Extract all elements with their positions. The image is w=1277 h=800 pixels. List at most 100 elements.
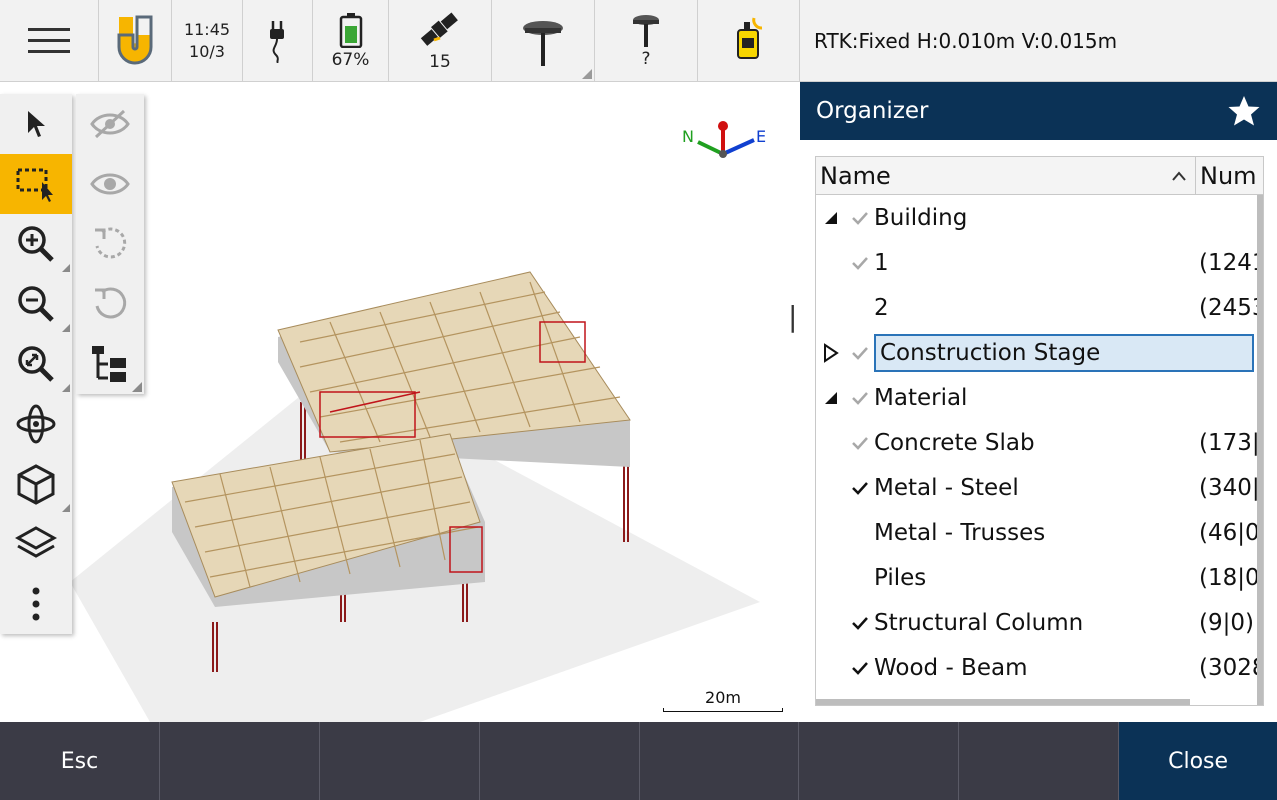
app-logo-icon xyxy=(117,15,153,64)
tree-row[interactable]: Concrete Slab (173| xyxy=(816,420,1263,465)
softkey-2[interactable] xyxy=(160,722,320,800)
visibility-check-icon[interactable] xyxy=(846,481,874,495)
softkey-4[interactable] xyxy=(480,722,640,800)
horizontal-scrollbar[interactable] xyxy=(816,699,1190,705)
more-button[interactable] xyxy=(0,574,72,634)
zoom-in-icon xyxy=(18,226,54,262)
gnss-pole-cell[interactable]: ? xyxy=(595,0,698,81)
esc-button[interactable]: Esc xyxy=(0,722,160,800)
gnss-receiver-cell[interactable] xyxy=(492,0,595,81)
selection-toolbar xyxy=(76,94,144,394)
select-box-icon xyxy=(16,168,53,202)
softkey-5[interactable] xyxy=(640,722,800,800)
vertical-scrollbar[interactable] xyxy=(1257,195,1263,705)
tree-row[interactable]: Material xyxy=(816,375,1263,420)
date-text: 10/3 xyxy=(189,41,225,61)
tree-row-num: (18|0 xyxy=(1199,564,1260,591)
total-station-icon xyxy=(736,17,762,59)
organizer-rows: Building 1 (1241 2 (2453 Construction Stage Ma… xyxy=(816,195,1263,690)
zoom-out-icon xyxy=(18,286,54,322)
show-icon xyxy=(90,173,130,195)
gnss-receiver-icon xyxy=(523,20,563,66)
visibility-check-icon[interactable] xyxy=(846,346,874,360)
undo-rotate-icon xyxy=(95,227,127,259)
softkey-7[interactable] xyxy=(959,722,1120,800)
expanded-triangle-icon[interactable] xyxy=(816,210,846,226)
tree-row-num: (46|0 xyxy=(1199,519,1260,546)
tree-row-name: 1 xyxy=(874,249,889,276)
battery-icon xyxy=(339,12,362,48)
column-name[interactable]: Name xyxy=(816,157,1196,194)
tree-row[interactable]: Structural Column (9|0) xyxy=(816,600,1263,645)
hide-icon xyxy=(90,109,130,139)
visibility-check-icon[interactable] xyxy=(846,616,874,630)
power-cell[interactable] xyxy=(243,0,313,81)
tree-row[interactable]: Building xyxy=(816,195,1263,240)
corner-indicator xyxy=(582,69,592,79)
zoom-extents-button[interactable] xyxy=(0,334,72,394)
select-icon xyxy=(28,111,45,137)
select-box-button[interactable] xyxy=(0,154,72,214)
compass-east-label: E xyxy=(756,127,766,146)
time-text: 11:45 xyxy=(183,19,231,39)
lower-wing xyxy=(171,433,485,607)
visibility-check-icon[interactable] xyxy=(846,391,874,405)
visibility-check-icon[interactable] xyxy=(846,211,874,225)
close-button[interactable]: Close xyxy=(1119,722,1277,800)
star-icon[interactable] xyxy=(1227,94,1261,128)
view-cube-button[interactable] xyxy=(0,454,72,514)
corner-indicator xyxy=(62,324,70,332)
softkey-6[interactable] xyxy=(799,722,960,800)
app-logo-button[interactable] xyxy=(99,0,172,81)
show-button[interactable] xyxy=(76,154,144,214)
status-bar: 11:45 10/3 67% 15 ? xyxy=(0,0,800,82)
select-button[interactable] xyxy=(0,94,72,154)
corner-indicator xyxy=(132,382,142,392)
total-station-cell[interactable] xyxy=(698,0,800,81)
organizer-title: Organizer xyxy=(816,98,929,124)
tree-row[interactable]: Construction Stage xyxy=(816,330,1263,375)
undo-rotate-button[interactable] xyxy=(76,214,144,274)
app-root: 11:45 10/3 67% 15 ? RTK:Fixed H:0.010m V… xyxy=(0,0,1277,800)
battery-cell[interactable]: 67% xyxy=(313,0,389,81)
sort-asc-icon xyxy=(1172,170,1186,181)
zoom-in-button[interactable] xyxy=(0,214,72,274)
receiver-label: ? xyxy=(641,48,651,69)
layers-button[interactable] xyxy=(0,514,72,574)
visibility-check-icon[interactable] xyxy=(846,436,874,450)
rtk-status[interactable]: RTK:Fixed H:0.010m V:0.015m xyxy=(800,0,1277,82)
table-header: Name Num xyxy=(816,157,1263,195)
tree-row-num: (3028 xyxy=(1199,654,1264,681)
column-name-label: Name xyxy=(820,161,891,190)
hide-button[interactable] xyxy=(76,94,144,154)
tree-row[interactable]: Piles (18|0 xyxy=(816,555,1263,600)
tree-row-num: (1241 xyxy=(1199,249,1264,276)
menu-button[interactable] xyxy=(0,0,99,81)
more-icon xyxy=(32,587,40,621)
tree-row-name: Structural Column xyxy=(874,609,1084,636)
map-view[interactable]: N E 20m xyxy=(0,82,800,722)
softkey-3[interactable] xyxy=(320,722,480,800)
column-num[interactable]: Num xyxy=(1196,157,1263,194)
tree-row[interactable]: Metal - Steel (340| xyxy=(816,465,1263,510)
tree-row[interactable]: Wood - Beam (3028 xyxy=(816,645,1263,690)
tree-row[interactable]: 1 (1241 xyxy=(816,240,1263,285)
tree-row-name: Building xyxy=(874,204,968,231)
orbit-button[interactable] xyxy=(0,394,72,454)
datetime-cell[interactable]: 11:45 10/3 xyxy=(172,0,243,81)
zoom-out-button[interactable] xyxy=(0,274,72,334)
corner-indicator xyxy=(62,384,70,392)
tree-row-name: Construction Stage xyxy=(874,333,1254,372)
expanded-triangle-icon[interactable] xyxy=(816,390,846,406)
satellites-cell[interactable]: 15 xyxy=(389,0,492,81)
organizer-tree-icon xyxy=(92,346,126,382)
view-cube-icon xyxy=(17,464,55,505)
organizer-table: Name Num Building 1 (1241 2 (2453 Constructio… xyxy=(815,156,1264,706)
tree-row[interactable]: Metal - Trusses (46|0 xyxy=(816,510,1263,555)
visibility-check-icon[interactable] xyxy=(846,661,874,675)
tree-row-num: (340| xyxy=(1199,474,1260,501)
visibility-check-icon[interactable] xyxy=(846,256,874,270)
collapsed-triangle-icon[interactable] xyxy=(816,342,846,363)
tree-row[interactable]: 2 (2453 xyxy=(816,285,1263,330)
reset-rotate-button[interactable] xyxy=(76,274,144,334)
